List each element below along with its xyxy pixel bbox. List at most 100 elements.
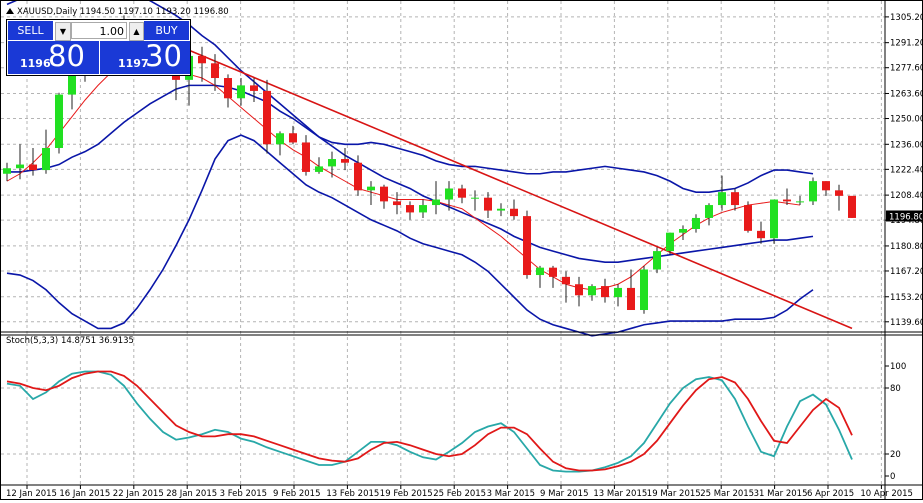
candle-body	[250, 85, 258, 91]
one-click-trading-panel: SELL ▼ 1.00 ▲ BUY 1196 80 1197 30	[6, 19, 191, 76]
candle-body	[510, 208, 518, 217]
candle-body	[484, 197, 492, 211]
candle-body	[341, 159, 349, 163]
price-label: 1222.40	[890, 165, 922, 175]
candle-body	[393, 201, 401, 206]
time-label: 19 Feb 2015	[380, 489, 433, 499]
stoch-level-label: 100	[890, 362, 906, 372]
candle-body	[315, 166, 323, 172]
ask-price-button[interactable]: 1197 30	[99, 39, 190, 74]
time-label: 28 Jan 2015	[166, 489, 217, 499]
time-label: 9 Mar 2015	[540, 489, 588, 499]
price-label: 1208.40	[890, 191, 922, 201]
time-label: 6 Apr 2015	[807, 489, 854, 499]
time-label: 12 Jan 2015	[6, 489, 57, 499]
ask-price-pips: 30	[145, 39, 182, 73]
candle-body	[42, 147, 50, 171]
candle-body	[406, 205, 414, 213]
price-label: 1263.60	[890, 89, 922, 99]
candle-body	[744, 205, 752, 231]
candle-body	[822, 181, 830, 191]
candle-body	[562, 276, 570, 285]
time-label: 19 Mar 2015	[647, 489, 701, 499]
time-label: 31 Mar 2015	[754, 489, 808, 499]
candle-body	[783, 199, 791, 202]
candle-body	[354, 162, 362, 191]
candle-body	[731, 192, 739, 206]
candle-body	[419, 205, 427, 213]
candle-body	[718, 192, 726, 206]
time-label: 3 Mar 2015	[487, 489, 535, 499]
current-price-label: 1196.80	[889, 212, 922, 222]
bid-price-button[interactable]: 1196 80	[8, 39, 99, 74]
price-label: 1236.00	[890, 140, 922, 150]
stoch-level-label: 0	[890, 472, 895, 482]
candle-body	[237, 85, 245, 99]
stoch-level-label: 80	[890, 384, 901, 394]
candle-body	[705, 205, 713, 218]
triangle-down-icon: ▼	[59, 27, 67, 36]
candle-body	[224, 78, 232, 99]
price-label: 1180.80	[890, 242, 922, 252]
candle-body	[666, 232, 674, 252]
candle-body	[328, 159, 336, 167]
candle-body	[211, 63, 219, 79]
candle-body	[3, 168, 11, 174]
candle-body	[588, 286, 596, 296]
candle-body	[640, 269, 648, 311]
candle-body	[289, 133, 297, 143]
candle-body	[263, 90, 271, 145]
time-label: 10 Apr 2015	[860, 489, 913, 499]
candle-body	[770, 199, 778, 239]
candle-body	[380, 186, 388, 202]
candle-body	[198, 55, 206, 64]
stoch-label: Stoch(5,3,3) 14.8751 36.9135	[6, 336, 134, 346]
price-label: 1153.20	[890, 293, 922, 303]
candle-body	[16, 164, 24, 169]
time-label: 3 Feb 2015	[220, 489, 268, 499]
candle-body	[614, 287, 622, 298]
price-label: 1305.20	[890, 13, 922, 23]
candle-body	[445, 188, 453, 200]
bid-price-pips: 80	[48, 39, 85, 73]
price-label: 1250.00	[890, 115, 922, 125]
candle-body	[367, 186, 375, 191]
stoch-level-label: 20	[890, 450, 901, 460]
sell-button[interactable]: SELL	[8, 21, 53, 40]
price-label: 1291.20	[890, 39, 922, 49]
candle-body	[276, 133, 284, 145]
candle-body	[536, 267, 544, 276]
candle-body	[835, 190, 843, 196]
candle-body	[809, 181, 817, 202]
candle-body	[458, 188, 466, 198]
candle-body	[432, 199, 440, 206]
candle-body	[497, 208, 505, 211]
price-label: 1167.20	[890, 267, 922, 277]
candle-body	[471, 197, 479, 199]
volume-increase-button[interactable]: ▲	[129, 22, 144, 41]
time-label: 25 Feb 2015	[433, 489, 486, 499]
time-label: 9 Feb 2015	[273, 489, 321, 499]
time-label: 13 Feb 2015	[326, 489, 379, 499]
candle-body	[757, 230, 765, 239]
volume-input[interactable]: 1.00	[71, 22, 127, 39]
candle-body	[575, 284, 583, 296]
candle-body	[679, 228, 687, 233]
time-label: 16 Jan 2015	[59, 489, 110, 499]
candle-body	[653, 251, 661, 270]
time-label: 25 Mar 2015	[700, 489, 754, 499]
time-label: 13 Mar 2015	[593, 489, 647, 499]
symbol-header: XAUUSD,Daily 1194.50 1197.10 1193.20 119…	[17, 7, 229, 17]
candle-body	[523, 216, 531, 276]
current-price-tag: 1196.80	[886, 210, 923, 222]
candle-body	[848, 195, 856, 218]
candle-body	[796, 201, 804, 203]
buy-button[interactable]: BUY	[144, 21, 189, 40]
price-label: 1277.60	[890, 64, 922, 74]
candle-body	[627, 287, 635, 311]
candle-body	[601, 286, 609, 298]
candle-body	[692, 217, 700, 229]
triangle-up-icon: ▲	[133, 27, 140, 36]
price-label: 1139.60	[890, 318, 922, 328]
time-label: 22 Jan 2015	[113, 489, 164, 499]
